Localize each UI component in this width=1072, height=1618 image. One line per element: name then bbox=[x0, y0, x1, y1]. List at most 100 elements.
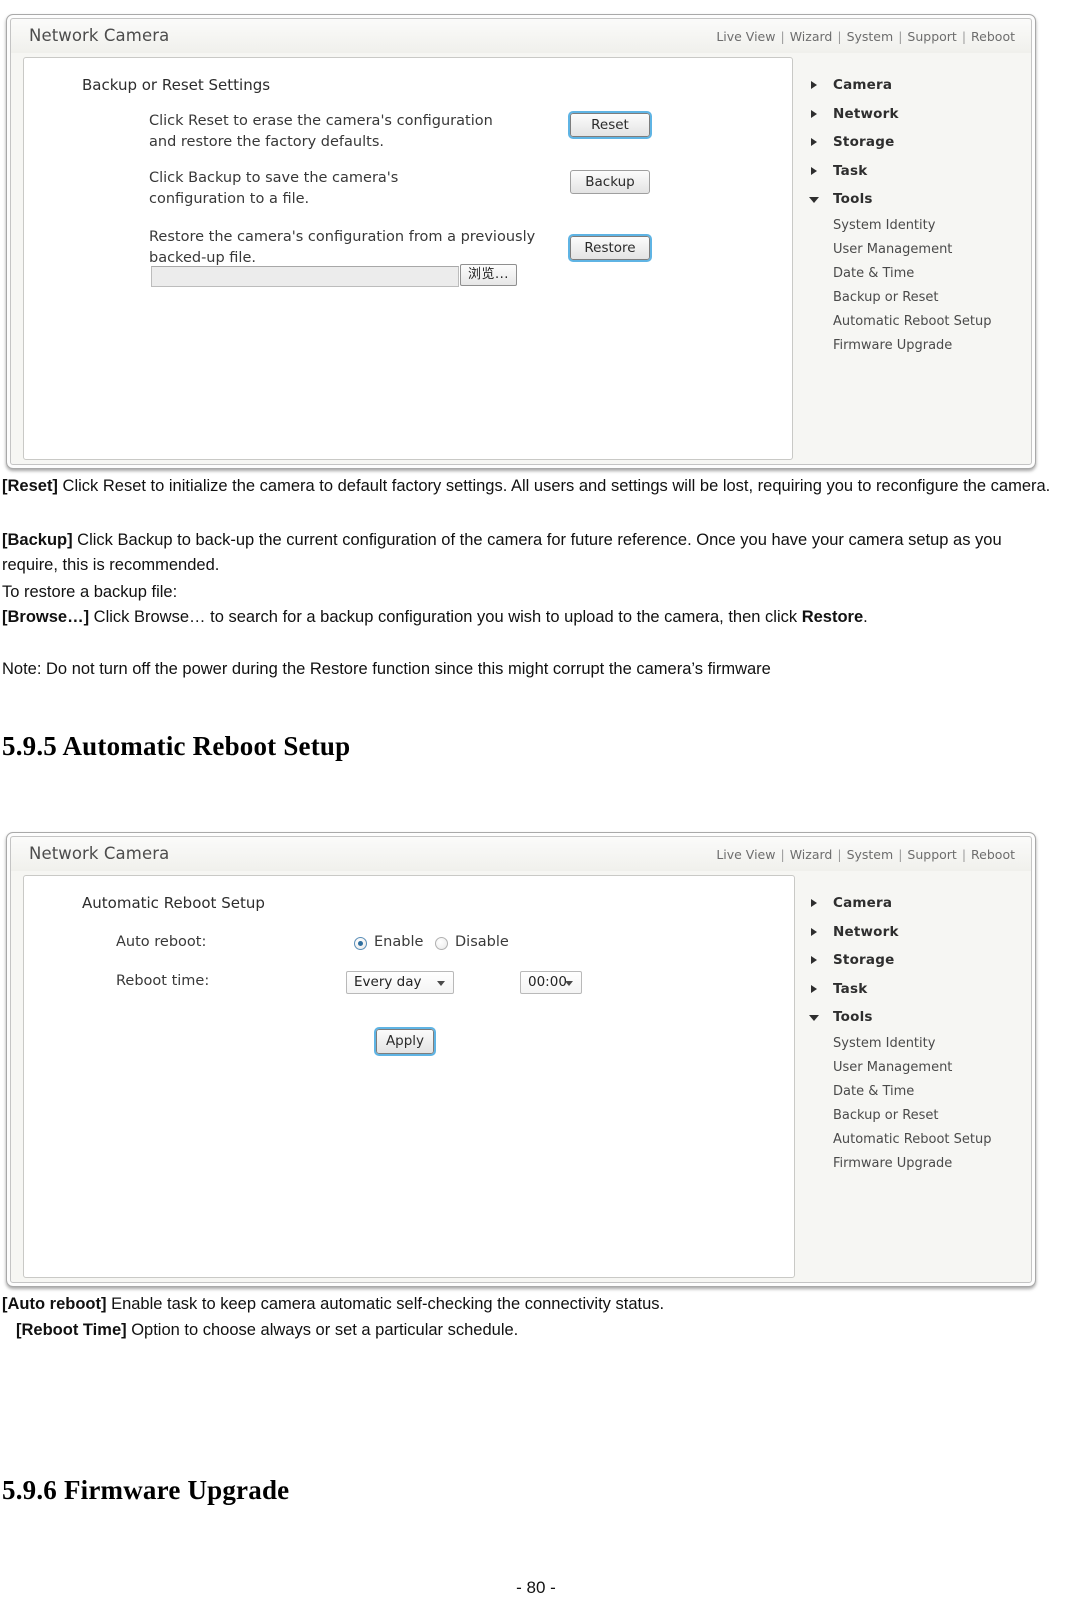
nav-support[interactable]: Support bbox=[907, 847, 956, 862]
tree-item-camera-label: Camera bbox=[833, 77, 893, 93]
doc-auto-reboot-tag: [Auto reboot] bbox=[2, 1295, 107, 1313]
tree-item-task[interactable]: Task bbox=[801, 975, 1031, 1004]
tree-item-camera[interactable]: Camera bbox=[801, 71, 1031, 100]
restore-file-path-input[interactable] bbox=[151, 266, 459, 287]
auto-reboot-enable-label[interactable]: Enable bbox=[374, 934, 423, 950]
tree-item-automatic-reboot-setup[interactable]: Automatic Reboot Setup bbox=[801, 1128, 1031, 1152]
auto-reboot-disable-radio[interactable] bbox=[435, 937, 448, 950]
tree-item-system-identity[interactable]: System Identity bbox=[801, 1032, 1031, 1056]
tree-item-backup-or-reset[interactable]: Backup or Reset bbox=[801, 286, 1031, 310]
auto-reboot-label: Auto reboot: bbox=[116, 934, 207, 950]
doc-browse-text: Click Browse… to search for a backup con… bbox=[89, 608, 802, 626]
tree-item-automatic-reboot-setup[interactable]: Automatic Reboot Setup bbox=[801, 310, 1031, 334]
nav-reboot[interactable]: Reboot bbox=[971, 847, 1015, 862]
tree-item-task[interactable]: Task bbox=[801, 157, 1031, 186]
top-navigation: Live View | Wizard | System | Support | Reboot bbox=[716, 29, 1015, 44]
reboot-day-select-value: Every day bbox=[354, 974, 422, 990]
tree-item-user-management[interactable]: User Management bbox=[801, 1056, 1031, 1080]
reboot-time-label: Reboot time: bbox=[116, 973, 210, 989]
brand-title: Network Camera bbox=[29, 844, 170, 863]
doc-browse-tail: . bbox=[863, 608, 868, 626]
doc-note: Note: Do not turn off the power during t… bbox=[2, 660, 771, 678]
panel-title: Backup or Reset Settings bbox=[82, 76, 271, 94]
tree-item-tools[interactable]: Tools bbox=[801, 185, 1031, 214]
backup-button[interactable]: Backup bbox=[570, 170, 650, 194]
doc-browse-restore-word: Restore bbox=[801, 608, 864, 626]
chevron-right-icon bbox=[811, 109, 817, 118]
chevron-right-icon bbox=[811, 81, 817, 89]
chevron-right-icon bbox=[811, 899, 817, 907]
reboot-day-select[interactable]: Every day bbox=[346, 971, 454, 994]
browser-viewport: Network Camera Live View | Wizard | System | S… bbox=[11, 19, 1031, 464]
tree-item-firmware-upgrade[interactable]: Firmware Upgrade bbox=[801, 334, 1031, 358]
nav-support[interactable]: Support bbox=[907, 29, 956, 44]
settings-tree: Camera Network Storage Task Tools System… bbox=[801, 71, 1031, 358]
nav-live-view[interactable]: Live View bbox=[716, 29, 775, 44]
nav-system[interactable]: System bbox=[847, 29, 894, 44]
reset-description-line2: and restore the factory defaults. bbox=[149, 134, 384, 150]
tree-item-date-time[interactable]: Date & Time bbox=[801, 1080, 1031, 1104]
reboot-time-select-value: 00:00 bbox=[528, 974, 567, 990]
tree-item-network-label: Network bbox=[833, 923, 899, 940]
doc-restore-intro: To restore a backup file: bbox=[2, 583, 178, 601]
settings-content-card: Automatic Reboot Setup Auto reboot: Enab… bbox=[23, 875, 795, 1278]
nav-system[interactable]: System bbox=[847, 847, 894, 862]
heading-firmware-upgrade: 5.9.6 Firmware Upgrade bbox=[2, 1475, 290, 1505]
nav-reboot[interactable]: Reboot bbox=[971, 29, 1015, 44]
reset-button[interactable]: Reset bbox=[568, 111, 652, 139]
tree-item-system-identity[interactable]: System Identity bbox=[801, 214, 1031, 238]
nav-separator: | bbox=[780, 29, 785, 44]
tree-item-tools-label: Tools bbox=[833, 191, 873, 207]
doc-paragraph-reset: [Reset] Click Reset to initialize the ca… bbox=[2, 474, 1062, 499]
top-navigation: Live View | Wizard | System | Support | Reboot bbox=[716, 847, 1015, 862]
backup-description: Click Backup to save the camera's config… bbox=[149, 168, 549, 210]
screenshot-backup-or-reset: Network Camera Live View | Wizard | System | S… bbox=[6, 14, 1036, 469]
nav-wizard[interactable]: Wizard bbox=[790, 29, 833, 44]
tree-item-network[interactable]: Network bbox=[801, 100, 1031, 129]
tree-item-storage-label: Storage bbox=[833, 952, 895, 968]
apply-button[interactable]: Apply bbox=[374, 1027, 436, 1056]
nav-wizard[interactable]: Wizard bbox=[790, 847, 833, 862]
reset-description: Click Reset to erase the camera's config… bbox=[149, 111, 549, 153]
tree-item-storage[interactable]: Storage bbox=[801, 128, 1031, 157]
tree-item-storage[interactable]: Storage bbox=[801, 946, 1031, 975]
document-page: Network Camera Live View | Wizard | System | S… bbox=[0, 0, 1072, 1618]
doc-reset-tag: [Reset] bbox=[2, 477, 58, 495]
tree-item-backup-or-reset[interactable]: Backup or Reset bbox=[801, 1104, 1031, 1128]
tree-item-camera[interactable]: Camera bbox=[801, 889, 1031, 918]
backup-description-line1: Click Backup to save the camera's bbox=[149, 170, 399, 186]
chevron-down-icon bbox=[809, 1015, 819, 1021]
tree-item-tools[interactable]: Tools bbox=[801, 1003, 1031, 1032]
doc-browse-tag: [Browse…] bbox=[2, 608, 90, 626]
tree-item-tools-label: Tools bbox=[833, 1009, 873, 1025]
restore-description: Restore the camera's configuration from … bbox=[149, 227, 569, 269]
auto-reboot-disable-label[interactable]: Disable bbox=[455, 934, 509, 950]
doc-auto-reboot-text: Enable task to keep camera automatic sel… bbox=[106, 1295, 665, 1313]
tree-item-date-time[interactable]: Date & Time bbox=[801, 262, 1031, 286]
panel-title: Automatic Reboot Setup bbox=[82, 894, 265, 912]
doc-backup-tag: [Backup] bbox=[2, 531, 73, 549]
camera-ui-header: Network Camera Live View | Wizard | System | S… bbox=[11, 837, 1031, 871]
tree-item-task-label: Task bbox=[833, 162, 868, 179]
tree-item-firmware-upgrade[interactable]: Firmware Upgrade bbox=[801, 1152, 1031, 1176]
browse-button[interactable]: 浏览... bbox=[460, 264, 517, 286]
nav-separator: | bbox=[961, 29, 967, 44]
tree-item-user-management[interactable]: User Management bbox=[801, 238, 1031, 262]
chevron-right-icon bbox=[811, 138, 817, 146]
nav-separator: | bbox=[898, 847, 903, 862]
restore-description-line1: Restore the camera's configuration from … bbox=[149, 229, 536, 245]
chevron-down-icon bbox=[809, 197, 819, 203]
tree-item-storage-label: Storage bbox=[833, 134, 895, 150]
reboot-time-select[interactable]: 00:00 bbox=[520, 971, 582, 994]
nav-live-view[interactable]: Live View bbox=[716, 847, 775, 862]
doc-reset-text: Click Reset to initialize the camera to … bbox=[57, 477, 1051, 495]
tree-item-network[interactable]: Network bbox=[801, 918, 1031, 947]
chevron-down-icon bbox=[565, 981, 573, 986]
restore-button[interactable]: Restore bbox=[568, 234, 652, 262]
screenshot-automatic-reboot-setup: Network Camera Live View | Wizard | System | S… bbox=[6, 832, 1036, 1287]
camera-ui-body: Backup or Reset Settings Click Reset to … bbox=[11, 53, 1031, 464]
auto-reboot-enable-radio[interactable] bbox=[354, 937, 367, 950]
browser-viewport: Network Camera Live View | Wizard | System | S… bbox=[11, 837, 1031, 1282]
nav-separator: | bbox=[898, 29, 903, 44]
camera-ui-header: Network Camera Live View | Wizard | System | S… bbox=[11, 19, 1031, 53]
